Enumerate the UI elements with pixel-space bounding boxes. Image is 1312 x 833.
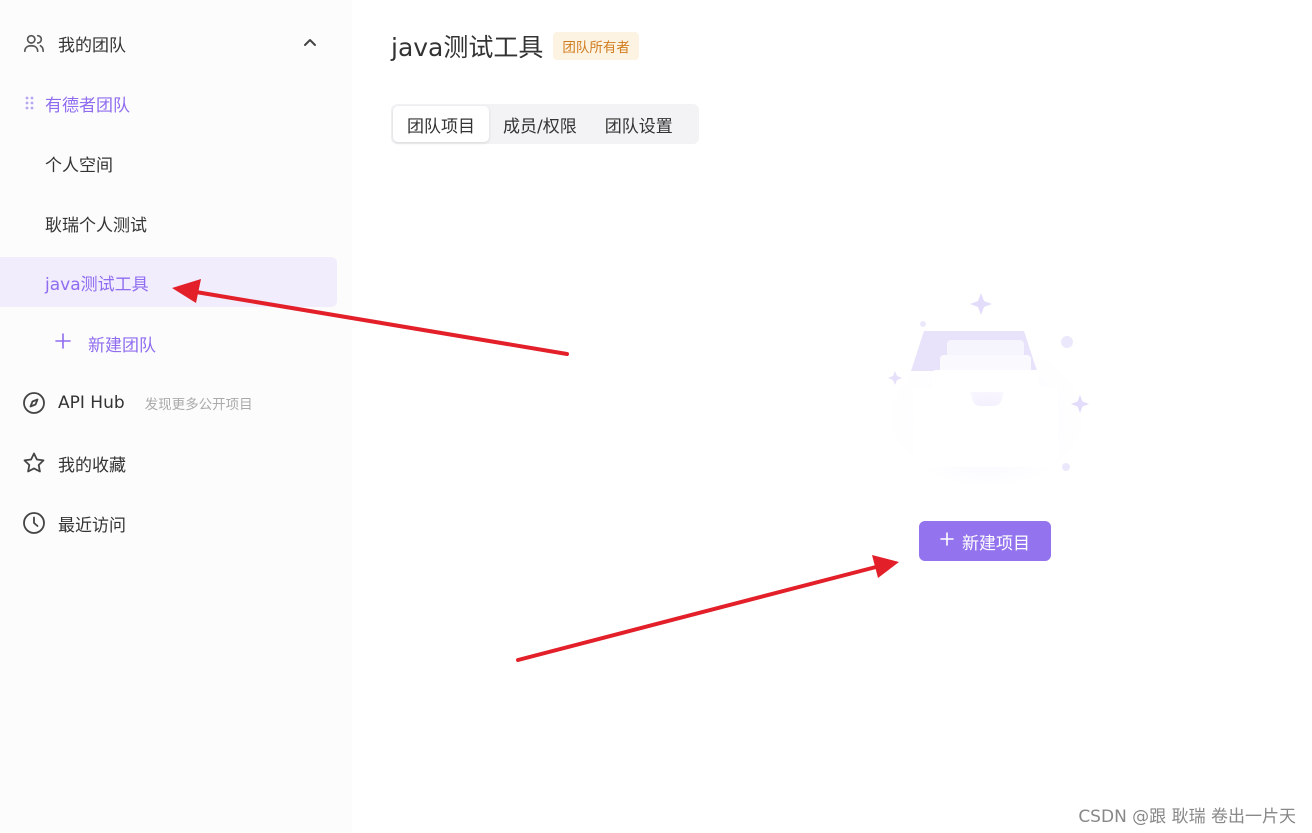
clock-icon [22, 511, 46, 535]
sidebar: 我的团队 有德者团队 个人空间 耿瑞个人测试 java测试工具 新建团队 API… [0, 0, 352, 833]
favorites-label: 我的收藏 [58, 455, 126, 476]
page-title: java测试工具 [391, 33, 544, 62]
plus-icon [54, 332, 72, 355]
my-teams-label: 我的团队 [58, 35, 126, 56]
sidebar-item-team-personal-space[interactable]: 个人空间 [45, 138, 113, 188]
sidebar-item-label: 个人空间 [45, 155, 113, 176]
star-icon [22, 451, 46, 475]
drag-handle-icon[interactable] [25, 96, 35, 110]
annotation-arrow-button [516, 555, 899, 662]
empty-box-illustration [887, 293, 1089, 485]
sidebar-item-recent[interactable]: 最近访问 [22, 498, 126, 548]
sidebar-item-favorites[interactable]: 我的收藏 [22, 438, 126, 488]
role-badge: 团队所有者 [553, 32, 639, 60]
my-teams-header[interactable]: 我的团队 [22, 18, 126, 68]
api-hub-label: API Hub [58, 393, 125, 413]
new-project-label: 新建项目 [962, 533, 1030, 554]
compass-icon [22, 391, 46, 415]
users-icon [22, 31, 46, 55]
new-team-label: 新建团队 [88, 335, 156, 356]
plus-icon [940, 531, 954, 551]
sidebar-item-label: 耿瑞个人测试 [45, 215, 147, 236]
sidebar-item-api-hub[interactable]: API Hub 发现更多公开项目 [22, 378, 253, 428]
new-team-button[interactable]: 新建团队 [54, 318, 156, 368]
sidebar-item-label: java测试工具 [45, 274, 149, 295]
tab-team-projects[interactable]: 团队项目 [393, 106, 489, 142]
new-project-button[interactable]: 新建项目 [919, 521, 1051, 561]
watermark: CSDN @跟 耿瑞 卷出一片天 [1078, 807, 1296, 827]
sidebar-item-team-java-tools[interactable]: java测试工具 [0, 257, 337, 307]
tab-bar: 团队项目 成员/权限 团队设置 [391, 104, 699, 144]
sidebar-item-team-gengrui-test[interactable]: 耿瑞个人测试 [45, 198, 147, 248]
sidebar-item-label: 有德者团队 [45, 95, 130, 116]
api-hub-subtitle: 发现更多公开项目 [144, 397, 253, 413]
chevron-up-icon[interactable] [300, 32, 320, 52]
tab-team-settings[interactable]: 团队设置 [591, 106, 687, 142]
sidebar-item-team-youdezhe[interactable]: 有德者团队 [45, 78, 130, 128]
tab-members-permissions[interactable]: 成员/权限 [489, 106, 591, 142]
page-header: java测试工具 团队所有者 [391, 28, 639, 64]
recent-label: 最近访问 [58, 515, 126, 536]
